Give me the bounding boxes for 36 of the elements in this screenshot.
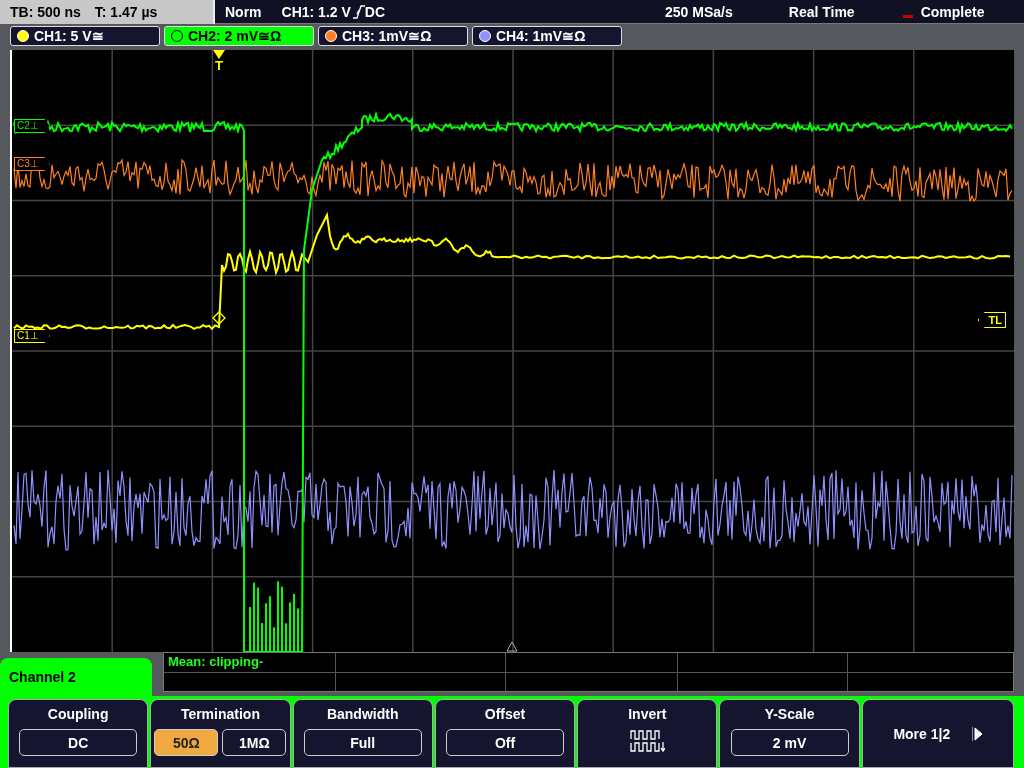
softkey-title: Invert [628, 706, 667, 722]
timebase-label: TB: 500 ns [10, 4, 81, 20]
softkey-title: Termination [180, 706, 260, 722]
softkey-value-button[interactable]: Full [303, 729, 422, 756]
softkey-title: Coupling [47, 706, 109, 722]
softkey-value-button[interactable]: 2 mV [730, 729, 849, 756]
softkey-value-button[interactable]: Off [446, 729, 564, 756]
trigger-coupling-label: DC [364, 3, 386, 20]
trigger-mode-label: Norm [225, 3, 262, 20]
arrow-right-icon [972, 726, 983, 741]
softkey-panel[interactable]: Invert [577, 699, 718, 768]
channel-tab[interactable]: CH1: 5 V≅ [10, 26, 160, 46]
acquisition-mode-label: Real Time [788, 3, 855, 20]
rising-edge-icon [352, 4, 365, 19]
status-indicator-icon [902, 15, 913, 18]
center-marker-icon [506, 641, 518, 652]
trigger-time-label: T: 1.47 µs [94, 4, 158, 20]
sample-rate-label: 250 MSa/s [665, 3, 733, 20]
trigger-source-label: CH1: 1.2 V [281, 3, 351, 20]
channel-marker: C1⊥ [14, 329, 50, 343]
more-button[interactable]: More 1|2 [861, 699, 1014, 768]
termination-option-button[interactable]: 1MΩ [222, 729, 287, 756]
channel-marker: C2⊥ [14, 119, 50, 133]
softkey-title: Bandwidth [326, 706, 399, 722]
softkey-title: Offset [484, 706, 526, 722]
termination-option-button[interactable]: 50Ω [154, 729, 219, 756]
invert-waveform-icon [629, 729, 666, 753]
softkey-title: Y-Scale [764, 706, 815, 722]
channel-marker: C3⊥ [14, 157, 50, 171]
acquisition-state-label: Complete [920, 3, 985, 20]
trigger-point-icon [212, 311, 226, 325]
softkey-value-button[interactable]: DC [19, 729, 138, 756]
channel-tab[interactable]: CH4: 1mV≅Ω [472, 26, 622, 46]
channel-tab[interactable]: CH2: 2 mV≅Ω [164, 26, 314, 46]
measurement-result: Mean: clipping- [167, 653, 265, 671]
channel-tab[interactable]: CH3: 1mV≅Ω [318, 26, 468, 46]
